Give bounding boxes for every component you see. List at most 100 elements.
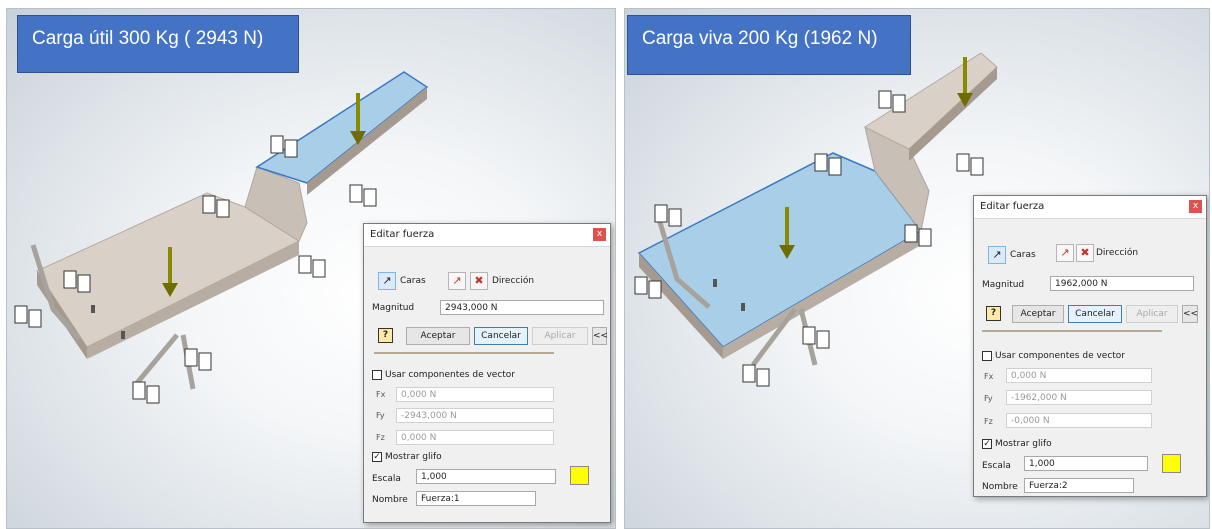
name-input[interactable]: Fuerza:2	[1024, 478, 1134, 493]
scale-label: Escala	[372, 474, 401, 484]
constraint-glyph-icon	[878, 90, 892, 109]
viewport-right[interactable]: Carga viva 200 Kg (1962 N) Editar fuerza…	[624, 8, 1210, 529]
apply-button[interactable]: Aplicar	[1126, 305, 1178, 323]
faces-label: Caras	[400, 276, 426, 286]
apply-button[interactable]: Aplicar	[532, 327, 588, 345]
scale-label: Escala	[982, 461, 1011, 471]
constraint-glyph-icon	[28, 309, 42, 328]
dialog-titlebar[interactable]: Editar fuerza x	[974, 196, 1206, 219]
constraint-glyph-icon	[132, 381, 146, 400]
fx-label: Fx	[376, 390, 386, 399]
constraint-glyph-icon	[363, 188, 377, 207]
name-label: Nombre	[982, 482, 1018, 492]
constraint-glyph-icon	[892, 94, 906, 113]
collapse-button[interactable]: <<	[592, 327, 608, 345]
viewport-left[interactable]: Carga útil 300 Kg ( 2943 N) Editar fuerz…	[6, 8, 616, 529]
show-glyph-label: Mostrar glifo	[995, 439, 1052, 449]
accept-button[interactable]: Aceptar	[406, 327, 470, 345]
constraint-glyph-icon	[284, 139, 298, 158]
constraint-glyph-icon	[634, 276, 648, 295]
fz-label: Fz	[376, 433, 385, 442]
constraint-glyph-icon	[816, 330, 830, 349]
help-icon[interactable]: ?	[378, 328, 393, 343]
constraint-glyph-icon	[216, 199, 230, 218]
slot	[741, 303, 745, 311]
constraint-glyph-icon	[14, 305, 28, 324]
constraint-glyph-icon	[654, 204, 668, 223]
magnitude-input[interactable]: 2943,000 N	[440, 300, 604, 315]
fz-input[interactable]: -0,000 N	[1006, 413, 1152, 428]
load-banner: Carga útil 300 Kg ( 2943 N)	[17, 15, 299, 73]
constraint-glyph-icon	[802, 326, 816, 345]
vector-components-checkbox[interactable]	[982, 351, 992, 361]
constraint-glyph-icon	[970, 157, 984, 176]
constraint-glyph-icon	[742, 364, 756, 383]
show-glyph-label: Mostrar glifo	[385, 452, 442, 462]
edit-force-dialog[interactable]: Editar fuerza x ↗ Caras ↗ ✖ Dirección Ma…	[363, 223, 611, 523]
close-button[interactable]: x	[1189, 200, 1202, 213]
load-banner: Carga viva 200 Kg (1962 N)	[627, 15, 911, 75]
cancel-button[interactable]: Cancelar	[1068, 305, 1122, 323]
glyph-color-swatch[interactable]	[1162, 454, 1181, 473]
fz-label: Fz	[984, 417, 993, 426]
vector-components-label: Usar componentes de vector	[995, 351, 1126, 361]
magnitude-label: Magnitud	[372, 303, 415, 313]
show-glyph-checkbox[interactable]: ✓	[372, 452, 382, 462]
constraint-glyph-icon	[918, 228, 932, 247]
constraint-glyph-icon	[814, 153, 828, 172]
fz-input[interactable]: 0,000 N	[396, 430, 554, 445]
slot	[713, 279, 717, 287]
constraint-glyph-icon	[668, 208, 682, 227]
magnitude-input[interactable]: 1962,000 N	[1050, 276, 1194, 291]
name-input[interactable]: Fuerza:1	[416, 491, 536, 506]
select-faces-icon[interactable]: ↗	[988, 246, 1006, 264]
magnitude-label: Magnitud	[982, 280, 1025, 290]
cancel-button[interactable]: Cancelar	[474, 327, 528, 345]
constraint-glyph-icon	[184, 348, 198, 367]
fx-label: Fx	[984, 372, 994, 381]
flip-direction-icon[interactable]: ✖	[470, 272, 488, 290]
fy-input[interactable]: -2943,000 N	[396, 408, 554, 423]
dialog-title: Editar fuerza	[370, 229, 435, 240]
select-faces-icon[interactable]: ↗	[378, 272, 396, 290]
flip-direction-icon[interactable]: ✖	[1076, 244, 1094, 262]
constraint-glyph-icon	[202, 195, 216, 214]
fy-label: Fy	[984, 394, 993, 403]
dialog-title: Editar fuerza	[980, 201, 1045, 212]
constraint-glyph-icon	[904, 224, 918, 243]
constraint-glyph-icon	[198, 352, 212, 371]
vector-components-checkbox[interactable]	[372, 370, 382, 380]
glyph-color-swatch[interactable]	[570, 466, 589, 485]
constraint-glyph-icon	[146, 385, 160, 404]
slot	[121, 331, 125, 339]
fx-input[interactable]: 0,000 N	[1006, 368, 1152, 383]
select-direction-icon[interactable]: ↗	[448, 272, 466, 290]
constraint-glyph-icon	[312, 259, 326, 278]
constraint-glyph-icon	[270, 135, 284, 154]
separator	[982, 330, 1162, 332]
help-icon[interactable]: ?	[986, 306, 1001, 321]
faces-label: Caras	[1010, 250, 1036, 260]
constraint-glyph-icon	[349, 184, 363, 203]
slot	[91, 305, 95, 313]
constraint-glyph-icon	[77, 274, 91, 293]
constraint-glyph-icon	[298, 255, 312, 274]
edit-force-dialog[interactable]: Editar fuerza x ↗ Caras ↗ ✖ Dirección Ma…	[973, 195, 1207, 497]
fx-input[interactable]: 0,000 N	[396, 387, 554, 402]
accept-button[interactable]: Aceptar	[1012, 305, 1064, 323]
constraint-glyph-icon	[828, 157, 842, 176]
fy-input[interactable]: -1962,000 N	[1006, 390, 1152, 405]
select-direction-icon[interactable]: ↗	[1056, 244, 1074, 262]
fy-label: Fy	[376, 411, 385, 420]
constraint-glyph-icon	[648, 280, 662, 299]
scale-input[interactable]: 1,000	[1024, 456, 1148, 471]
close-button[interactable]: x	[593, 228, 606, 241]
show-glyph-checkbox[interactable]: ✓	[982, 439, 992, 449]
collapse-button[interactable]: <<	[1182, 305, 1198, 323]
separator	[374, 352, 554, 354]
dialog-titlebar[interactable]: Editar fuerza x	[364, 224, 610, 247]
scale-input[interactable]: 1,000	[416, 469, 556, 484]
constraint-glyph-icon	[756, 368, 770, 387]
constraint-glyph-icon	[956, 153, 970, 172]
constraint-glyph-icon	[63, 270, 77, 289]
